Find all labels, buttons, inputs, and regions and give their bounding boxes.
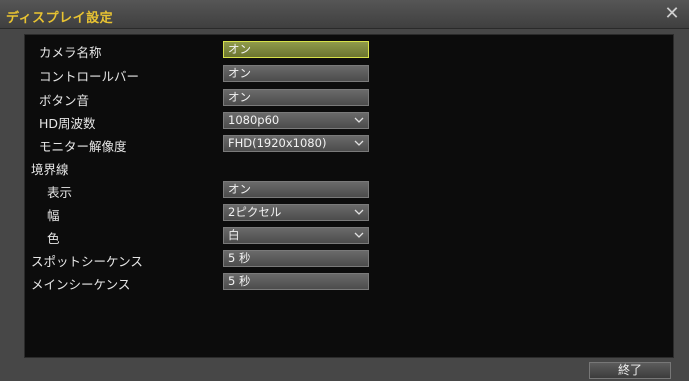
display-settings-dialog: ディスプレイ設定 ✕ カメラ名称 オン コントロールバー オン ボタン音 オン … <box>0 0 689 381</box>
setting-row-main-sequence: メインシーケンス 5 秒 <box>25 271 673 293</box>
chevron-down-icon <box>354 209 364 215</box>
setting-row-border-heading: 境界線 <box>25 156 673 178</box>
border-heading-label: 境界線 <box>31 162 69 177</box>
hd-frequency-value: 1080p60 <box>228 113 280 127</box>
monitor-resolution-label: モニター解像度 <box>39 139 127 154</box>
exit-button[interactable]: 終了 <box>589 362 671 379</box>
chevron-down-icon <box>354 232 364 238</box>
button-sound-label: ボタン音 <box>39 93 90 108</box>
hd-frequency-label: HD周波数 <box>39 116 96 131</box>
setting-row-hd-frequency: HD周波数 1080p60 <box>25 110 673 132</box>
setting-row-control-bar: コントロールバー オン <box>25 63 673 85</box>
settings-panel: カメラ名称 オン コントロールバー オン ボタン音 オン HD周波数 1080p… <box>24 34 674 358</box>
monitor-resolution-value: FHD(1920x1080) <box>228 136 327 150</box>
spot-sequence-value: 5 秒 <box>228 251 251 265</box>
dialog-title: ディスプレイ設定 <box>6 11 114 26</box>
chevron-down-icon <box>354 117 364 123</box>
setting-row-border-color: 色 白 <box>25 225 673 247</box>
hd-frequency-dropdown[interactable]: 1080p60 <box>223 112 369 129</box>
border-color-value: 白 <box>228 228 240 242</box>
border-display-toggle[interactable]: オン <box>223 181 369 198</box>
spot-sequence-label: スポットシーケンス <box>31 254 143 269</box>
control-bar-value: オン <box>228 66 251 80</box>
border-width-label: 幅 <box>47 208 60 223</box>
button-sound-value: オン <box>228 90 251 104</box>
control-bar-label: コントロールバー <box>39 69 140 84</box>
camera-name-label: カメラ名称 <box>39 45 102 60</box>
main-sequence-field[interactable]: 5 秒 <box>223 273 369 290</box>
setting-row-border-width: 幅 2ピクセル <box>25 202 673 224</box>
border-display-value: オン <box>228 182 251 196</box>
close-icon[interactable]: ✕ <box>663 5 681 23</box>
main-sequence-label: メインシーケンス <box>31 277 131 292</box>
control-bar-toggle[interactable]: オン <box>223 65 369 82</box>
main-sequence-value: 5 秒 <box>228 274 251 288</box>
chevron-down-icon <box>354 140 364 146</box>
setting-row-monitor-resolution: モニター解像度 FHD(1920x1080) <box>25 133 673 155</box>
border-display-label: 表示 <box>47 185 73 200</box>
setting-row-button-sound: ボタン音 オン <box>25 87 673 109</box>
spot-sequence-field[interactable]: 5 秒 <box>223 250 369 267</box>
title-bar: ディスプレイ設定 ✕ <box>0 0 689 29</box>
border-width-value: 2ピクセル <box>228 205 282 219</box>
border-color-label: 色 <box>47 231 60 246</box>
camera-name-value: オン <box>228 42 251 56</box>
setting-row-border-display: 表示 オン <box>25 179 673 201</box>
border-width-dropdown[interactable]: 2ピクセル <box>223 204 369 221</box>
setting-row-spot-sequence: スポットシーケンス 5 秒 <box>25 248 673 270</box>
setting-row-camera-name: カメラ名称 オン <box>25 39 673 61</box>
border-color-dropdown[interactable]: 白 <box>223 227 369 244</box>
monitor-resolution-dropdown[interactable]: FHD(1920x1080) <box>223 135 369 152</box>
camera-name-toggle[interactable]: オン <box>223 41 369 58</box>
button-sound-toggle[interactable]: オン <box>223 89 369 106</box>
